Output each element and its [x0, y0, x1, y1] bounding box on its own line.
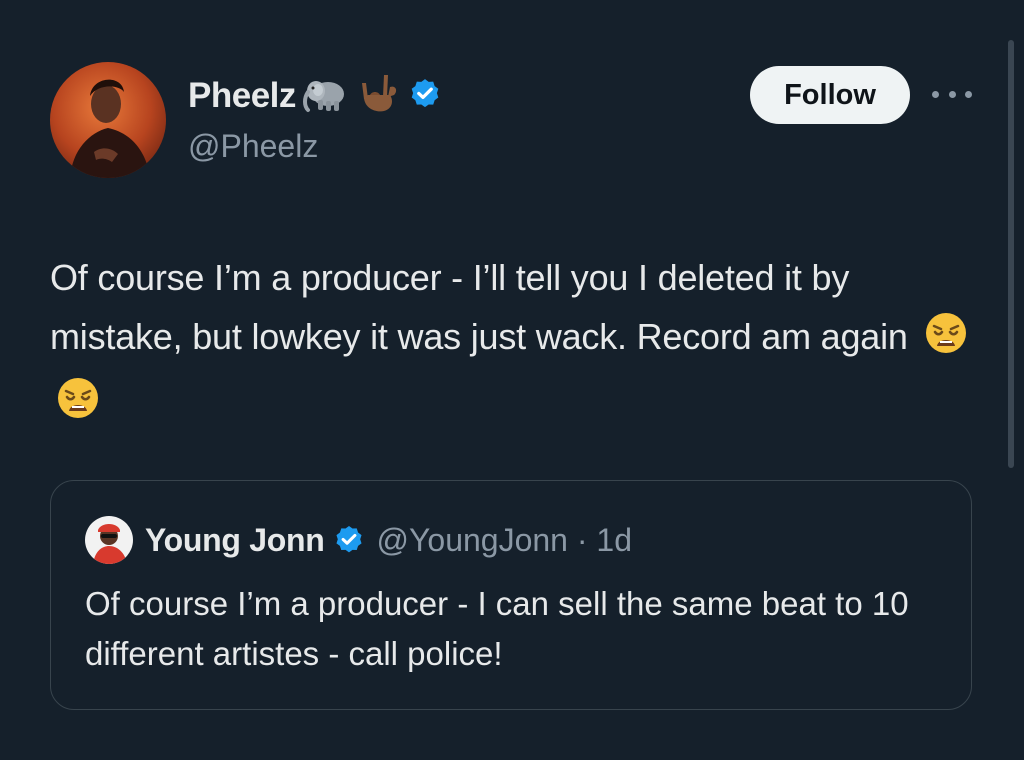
quote-avatar[interactable]: [85, 516, 133, 564]
author-names: Pheelz @Pheelz: [188, 74, 442, 165]
love-you-gesture-icon: [354, 73, 400, 120]
more-dot: [948, 90, 956, 98]
avatar[interactable]: [50, 62, 166, 178]
scrollbar[interactable]: [1008, 40, 1014, 468]
tweet-body: Of course I’m a producer - I’ll tell you…: [50, 257, 908, 357]
verified-badge-icon: [408, 77, 442, 116]
weary-face-icon: [56, 376, 100, 437]
quote-handle-time[interactable]: @YoungJonn · 1d: [377, 522, 633, 559]
more-dot: [965, 90, 972, 98]
tweet-text: Of course I’m a producer - I’ll tell you…: [50, 248, 980, 437]
quote-header: Young Jonn @YoungJonn · 1d: [85, 515, 632, 565]
more-options-icon[interactable]: [932, 86, 972, 102]
more-dot: [932, 90, 939, 98]
weary-face-icon: [924, 311, 968, 372]
verified-badge-icon: [333, 524, 365, 556]
quoted-tweet[interactable]: Young Jonn @YoungJonn · 1d Of course I’m…: [50, 480, 972, 710]
quote-display-name[interactable]: Young Jonn: [145, 522, 325, 559]
elephant-icon: [300, 74, 350, 119]
quote-text: Of course I’m a producer - I can sell th…: [85, 585, 909, 672]
author-handle[interactable]: @Pheelz: [188, 128, 442, 165]
display-name-row: Pheelz: [188, 74, 442, 118]
follow-button[interactable]: Follow: [750, 66, 910, 124]
tweet-header: Pheelz @Pheelz Follow: [50, 62, 972, 182]
display-name[interactable]: Pheelz: [188, 76, 296, 116]
